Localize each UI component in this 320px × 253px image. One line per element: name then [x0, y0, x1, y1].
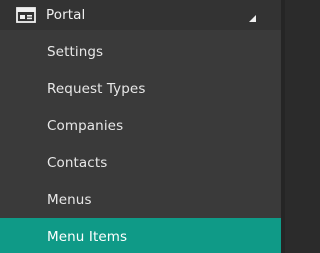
submenu-item-label: Request Types: [47, 81, 146, 97]
submenu-item-label: Companies: [47, 118, 124, 134]
sidebar-edge: [281, 0, 285, 253]
submenu-item-label: Settings: [47, 44, 104, 60]
submenu-item-companies[interactable]: Companies: [0, 107, 281, 144]
submenu-item-label: Menu Items: [47, 229, 128, 245]
submenu-item-label: Contacts: [47, 155, 108, 171]
submenu-item-label: Menus: [47, 192, 92, 208]
submenu-item-menu-items[interactable]: Menu Items: [0, 218, 281, 253]
sidebar-menu: Portal Settings Request Types Companies …: [0, 0, 285, 253]
menu-item-portal-label: Portal: [46, 7, 86, 23]
submenu-item-request-types[interactable]: Request Types: [0, 70, 281, 107]
submenu-item-menus[interactable]: Menus: [0, 181, 281, 218]
window-icon: [16, 7, 36, 23]
menu-item-portal[interactable]: Portal: [0, 0, 281, 30]
submenu-item-settings[interactable]: Settings: [0, 33, 281, 70]
caret-up-icon[interactable]: [248, 8, 257, 22]
submenu-item-contacts[interactable]: Contacts: [0, 144, 281, 181]
